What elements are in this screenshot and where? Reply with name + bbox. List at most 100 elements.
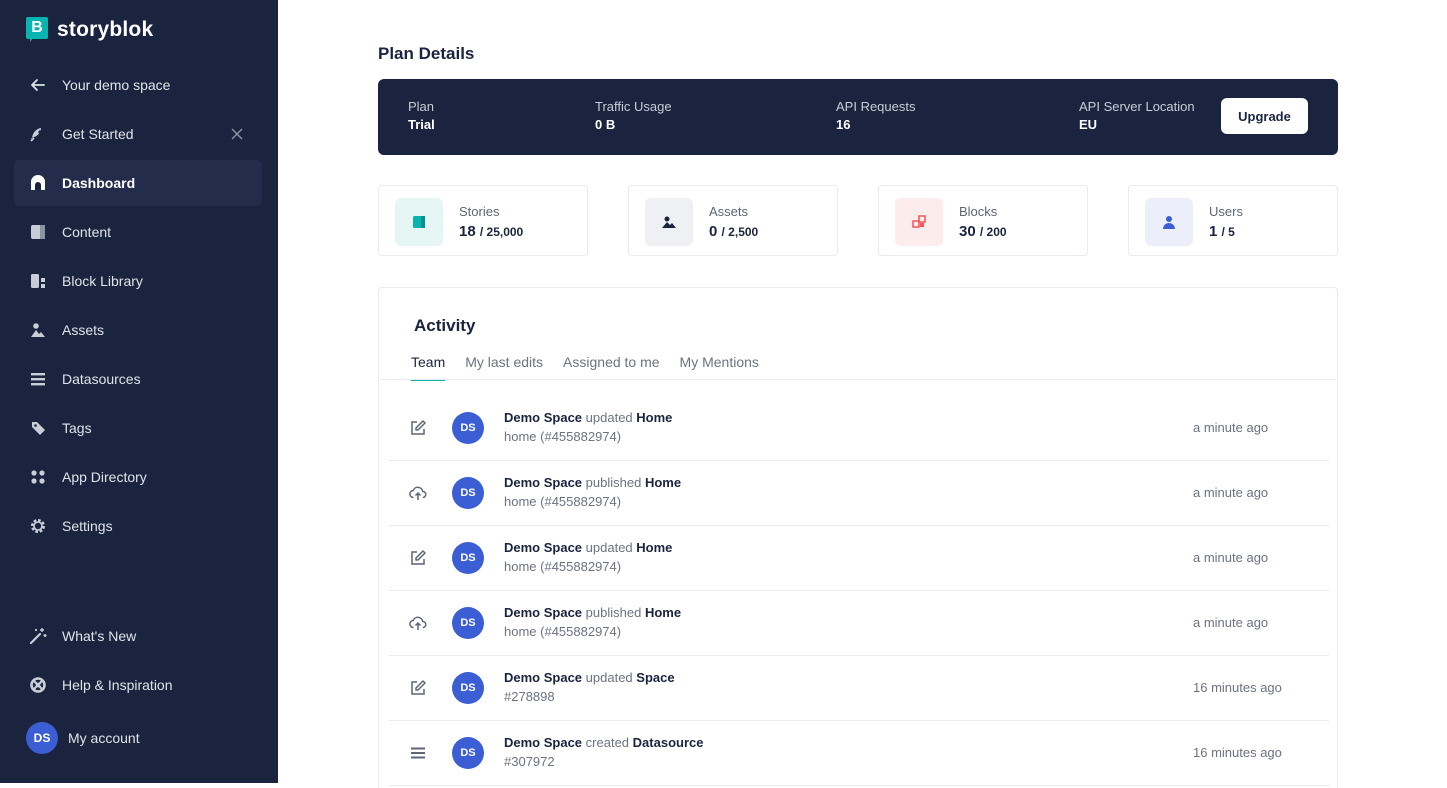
upload-icon bbox=[407, 482, 429, 504]
sidebar-item-label: Help & Inspiration bbox=[62, 677, 173, 693]
sidebar: B storyblok Your demo space Get Started … bbox=[0, 0, 278, 783]
activity-summary: Demo Space published Home bbox=[504, 605, 682, 620]
sidebar-item-help[interactable]: Help & Inspiration bbox=[14, 662, 262, 708]
user-icon bbox=[1145, 198, 1193, 246]
sidebar-item-label: Block Library bbox=[62, 273, 143, 289]
tab-team[interactable]: Team bbox=[411, 354, 446, 381]
sidebar-item-get-started[interactable]: Get Started bbox=[14, 111, 262, 157]
activity-row[interactable]: DS Demo Space created Datasource #307972… bbox=[389, 721, 1329, 786]
my-account[interactable]: DS My account bbox=[26, 722, 140, 754]
sidebar-item-label: Dashboard bbox=[62, 175, 136, 191]
sidebar-item-whats-new[interactable]: What's New bbox=[14, 613, 262, 659]
sidebar-item-content[interactable]: Content bbox=[14, 209, 262, 255]
assets-icon bbox=[645, 198, 693, 246]
activity-time: a minute ago bbox=[1193, 550, 1269, 565]
api-requests-info: API Requests 16 bbox=[836, 99, 916, 132]
stat-card-assets[interactable]: Assets 0 / 2,500 bbox=[628, 185, 838, 256]
edit-icon bbox=[407, 417, 429, 439]
account-label: My account bbox=[68, 730, 140, 746]
sidebar-item-label: Content bbox=[62, 224, 112, 240]
avatar: DS bbox=[452, 737, 484, 769]
avatar: DS bbox=[452, 607, 484, 639]
back-label: Your demo space bbox=[62, 77, 171, 93]
api-requests-value: 16 bbox=[836, 117, 851, 132]
blocks-icon bbox=[895, 198, 943, 246]
sidebar-item-settings[interactable]: Settings bbox=[14, 503, 262, 549]
api-requests-label: API Requests bbox=[836, 99, 916, 114]
activity-detail: home (#455882974) bbox=[504, 494, 622, 509]
stat-card-users[interactable]: Users 1 / 5 bbox=[1128, 185, 1338, 256]
activity-summary: Demo Space updated Home bbox=[504, 540, 673, 555]
avatar: DS bbox=[452, 542, 484, 574]
activity-title: Activity bbox=[414, 316, 476, 335]
edit-icon bbox=[407, 547, 429, 569]
sidebar-item-app-directory[interactable]: App Directory bbox=[14, 454, 262, 500]
storyblok-logo-icon: B bbox=[26, 17, 48, 43]
plan-value: Trial bbox=[408, 117, 435, 132]
stat-value: 1 / 5 bbox=[1209, 223, 1235, 240]
sidebar-item-block-library[interactable]: Block Library bbox=[14, 258, 262, 304]
activity-time: a minute ago bbox=[1193, 420, 1269, 435]
sidebar-item-datasources[interactable]: Datasources bbox=[14, 356, 262, 402]
stat-card-stories[interactable]: Stories 18 / 25,000 bbox=[378, 185, 588, 256]
activity-tabs: Team My last edits Assigned to me My Men… bbox=[411, 354, 759, 381]
avatar: DS bbox=[452, 412, 484, 444]
upload-icon bbox=[407, 612, 429, 634]
avatar: DS bbox=[452, 477, 484, 509]
avatar: DS bbox=[26, 722, 58, 754]
tab-my-mentions[interactable]: My Mentions bbox=[680, 354, 759, 381]
tab-my-last-edits[interactable]: My last edits bbox=[465, 354, 543, 381]
tabs-divider bbox=[381, 379, 1336, 380]
page-title: Plan Details bbox=[378, 44, 475, 63]
activity-row[interactable]: DS Demo Space updated Home home (#455882… bbox=[389, 526, 1329, 591]
sidebar-item-assets[interactable]: Assets bbox=[14, 307, 262, 353]
sidebar-item-tags[interactable]: Tags bbox=[14, 405, 262, 451]
activity-row[interactable]: DS Demo Space updated Space #278898 16 m… bbox=[389, 656, 1329, 721]
activity-detail: home (#455882974) bbox=[504, 429, 622, 444]
activity-detail: home (#455882974) bbox=[504, 624, 622, 639]
stat-value: 0 / 2,500 bbox=[709, 223, 759, 240]
lifebuoy-icon bbox=[28, 675, 48, 695]
dashboard-icon bbox=[28, 173, 48, 193]
activity-row[interactable]: DS Demo Space published Home home (#4558… bbox=[389, 461, 1329, 526]
block-library-icon bbox=[28, 271, 48, 291]
upgrade-button[interactable]: Upgrade bbox=[1221, 98, 1308, 134]
app-directory-icon bbox=[28, 467, 48, 487]
rocket-icon bbox=[28, 124, 48, 144]
activity-time: a minute ago bbox=[1193, 485, 1269, 500]
stat-label: Assets bbox=[709, 204, 749, 219]
plan-info: Plan Trial bbox=[408, 99, 435, 132]
stories-icon bbox=[395, 198, 443, 246]
sidebar-item-label: Get Started bbox=[62, 126, 134, 142]
activity-panel: Activity Team My last edits Assigned to … bbox=[378, 287, 1338, 788]
server-location-value: EU bbox=[1079, 117, 1098, 132]
sidebar-item-label: Datasources bbox=[62, 371, 141, 387]
sidebar-item-dashboard[interactable]: Dashboard bbox=[14, 160, 262, 206]
activity-row[interactable]: DS Demo Space updated Home home (#455882… bbox=[389, 396, 1329, 461]
avatar: DS bbox=[452, 672, 484, 704]
datasources-icon bbox=[28, 369, 48, 389]
stat-label: Stories bbox=[459, 204, 500, 219]
close-icon[interactable] bbox=[228, 125, 246, 143]
logo-letter: B bbox=[26, 17, 48, 39]
stat-label: Blocks bbox=[959, 204, 998, 219]
stat-value: 18 / 25,000 bbox=[459, 223, 524, 240]
tag-icon bbox=[28, 418, 48, 438]
traffic-value: 0 B bbox=[595, 117, 616, 132]
datasources-icon bbox=[407, 742, 429, 764]
stat-card-blocks[interactable]: Blocks 30 / 200 bbox=[878, 185, 1088, 256]
brand-name: storyblok bbox=[57, 18, 154, 41]
stat-label: Users bbox=[1209, 204, 1243, 219]
plan-label: Plan bbox=[408, 99, 435, 114]
brand[interactable]: B storyblok bbox=[26, 17, 153, 43]
back-to-space[interactable]: Your demo space bbox=[14, 62, 262, 108]
main-content: Plan Details Plan Trial Traffic Usage 0 … bbox=[278, 0, 1447, 788]
tab-assigned-to-me[interactable]: Assigned to me bbox=[563, 354, 660, 381]
activity-detail: #278898 bbox=[504, 689, 555, 704]
activity-summary: Demo Space updated Home bbox=[504, 410, 673, 425]
activity-summary: Demo Space updated Space bbox=[504, 670, 675, 685]
sidebar-item-label: Tags bbox=[62, 420, 92, 436]
stat-value: 30 / 200 bbox=[959, 223, 1007, 240]
activity-summary: Demo Space created Datasource bbox=[504, 735, 704, 750]
activity-row[interactable]: DS Demo Space published Home home (#4558… bbox=[389, 591, 1329, 656]
